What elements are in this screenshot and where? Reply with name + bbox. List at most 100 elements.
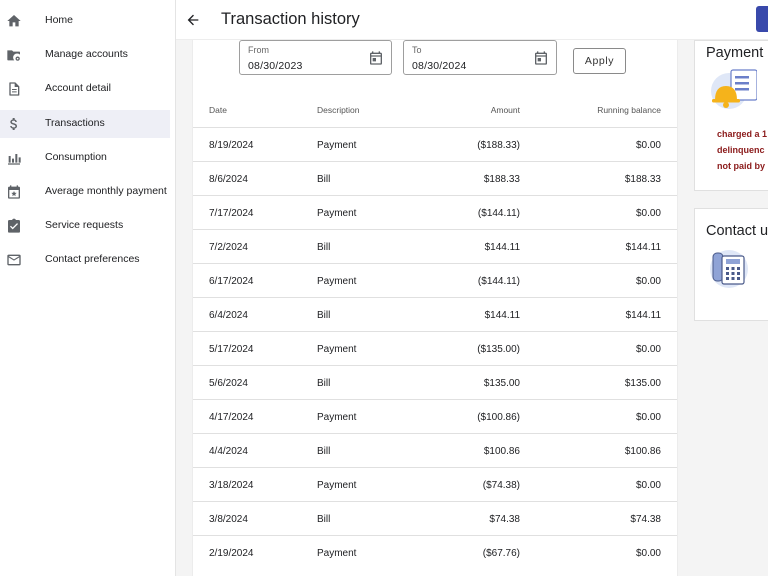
cell-amount: $144.11 (484, 310, 520, 321)
cell-date: 7/2/2024 (209, 242, 248, 253)
cell-description: Bill (317, 310, 331, 321)
sidebar-item-label: Manage accounts (45, 48, 128, 60)
cell-amount: ($144.11) (477, 208, 520, 219)
cell-date: 5/17/2024 (209, 344, 254, 355)
table-row[interactable]: 6/17/2024 Payment ($144.11) $0.00 (193, 263, 677, 297)
cell-date: 7/17/2024 (209, 208, 254, 219)
cell-description: Bill (317, 446, 331, 457)
table-row[interactable]: 2/19/2024 Payment ($67.76) $0.00 (193, 535, 677, 569)
from-date-field[interactable]: From 08/30/2023 (239, 40, 392, 75)
cell-date: 2/19/2024 (209, 548, 254, 559)
cell-description: Bill (317, 514, 331, 525)
cell-description: Bill (317, 242, 331, 253)
telephone-icon (707, 247, 751, 291)
cell-amount: ($67.76) (482, 548, 520, 559)
cell-running-balance: $0.00 (635, 140, 661, 151)
cell-running-balance: $0.00 (635, 548, 661, 559)
arrow-left-icon (187, 14, 199, 26)
home-icon (5, 12, 23, 30)
payment-card-title: Payment (706, 45, 764, 61)
payment-warning-line: charged a 1 (717, 129, 768, 139)
to-date-field[interactable]: To 08/30/2024 (403, 40, 557, 75)
table-row[interactable]: 5/17/2024 Payment ($135.00) $0.00 (193, 331, 677, 365)
column-header-date[interactable]: Date (209, 105, 227, 115)
table-row[interactable]: 8/19/2024 Payment ($188.33) $0.00 (193, 127, 677, 161)
calendar-icon[interactable] (533, 50, 549, 66)
cell-date: 5/6/2024 (209, 378, 248, 389)
sidebar-item-label: Home (45, 14, 74, 26)
clipboard-check-icon (5, 217, 23, 235)
sidebar-item-average-monthly-payment[interactable]: Average monthly payment (0, 178, 170, 206)
sidebar-item-manage-accounts[interactable]: Manage accounts (0, 41, 170, 69)
envelope-icon (5, 251, 23, 269)
from-date-value[interactable]: 08/30/2023 (248, 60, 303, 72)
column-header-running-balance[interactable]: Running balance (597, 105, 661, 115)
table-row[interactable]: 4/17/2024 Payment ($100.86) $0.00 (193, 399, 677, 433)
app-header: Transaction history (176, 0, 768, 40)
cell-running-balance: $135.00 (624, 378, 661, 389)
cell-running-balance: $0.00 (635, 344, 661, 355)
cell-amount: ($188.33) (477, 140, 520, 151)
cell-amount: $100.86 (483, 446, 520, 457)
sidebar-item-label: Contact preferences (45, 253, 140, 265)
dollar-icon (5, 115, 23, 133)
cell-description: Bill (317, 174, 331, 185)
calendar-star-icon (5, 183, 23, 201)
payment-card: Payment charged a 1 delinquenc not paid … (694, 40, 768, 191)
cell-amount: ($100.86) (477, 412, 520, 423)
contact-card-title: Contact u (706, 223, 768, 239)
cell-date: 8/6/2024 (209, 174, 248, 185)
cell-date: 3/8/2024 (209, 514, 248, 525)
folder-gear-icon (5, 46, 23, 64)
table-row[interactable]: 4/4/2024 Bill $100.86 $100.86 (193, 433, 677, 467)
sidebar-item-account-detail[interactable]: Account detail (0, 75, 170, 103)
from-date-label: From (248, 45, 269, 55)
cell-date: 4/4/2024 (209, 446, 248, 457)
table-row[interactable]: 3/8/2024 Bill $74.38 $74.38 (193, 501, 677, 535)
sidebar-item-transactions[interactable]: Transactions (0, 110, 170, 138)
column-header-description[interactable]: Description (317, 105, 360, 115)
document-icon (5, 80, 23, 98)
cell-running-balance: $100.86 (624, 446, 661, 457)
table-row[interactable]: 5/6/2024 Bill $135.00 $135.00 (193, 365, 677, 399)
cell-running-balance: $0.00 (635, 276, 661, 287)
cell-description: Bill (317, 378, 331, 389)
cell-description: Payment (317, 276, 357, 287)
cell-description: Payment (317, 412, 357, 423)
cell-amount: $188.33 (483, 174, 520, 185)
sidebar: Home Manage accounts Account detail Tran… (0, 0, 176, 576)
bell-document-icon (707, 67, 758, 111)
to-date-value[interactable]: 08/30/2024 (412, 60, 467, 72)
table-row[interactable]: 8/6/2024 Bill $188.33 $188.33 (193, 161, 677, 195)
column-header-amount[interactable]: Amount (491, 105, 520, 115)
cell-date: 6/17/2024 (209, 276, 254, 287)
cell-date: 6/4/2024 (209, 310, 248, 321)
sidebar-item-label: Transactions (45, 117, 105, 129)
contact-card: Contact u (694, 208, 768, 321)
sidebar-item-label: Service requests (45, 219, 124, 231)
table-row[interactable]: 7/2/2024 Bill $144.11 $144.11 (193, 229, 677, 263)
bar-chart-icon (5, 149, 23, 167)
sidebar-item-consumption[interactable]: Consumption (0, 144, 170, 172)
cell-date: 8/19/2024 (209, 140, 254, 151)
cell-running-balance: $0.00 (635, 412, 661, 423)
cell-description: Payment (317, 548, 357, 559)
cell-description: Payment (317, 140, 357, 151)
table-row[interactable]: 3/18/2024 Payment ($74.38) $0.00 (193, 467, 677, 501)
cell-running-balance: $144.11 (625, 242, 661, 253)
cell-description: Payment (317, 480, 357, 491)
cell-description: Payment (317, 344, 357, 355)
sidebar-item-home[interactable]: Home (0, 7, 170, 35)
sidebar-item-service-requests[interactable]: Service requests (0, 212, 170, 240)
header-action-button[interactable] (756, 6, 768, 32)
cell-date: 3/18/2024 (209, 480, 254, 491)
apply-button[interactable]: Apply (573, 48, 626, 74)
back-button[interactable] (182, 9, 204, 31)
cell-running-balance: $188.33 (624, 174, 661, 185)
table-row[interactable]: 7/17/2024 Payment ($144.11) $0.00 (193, 195, 677, 229)
sidebar-item-label: Consumption (45, 151, 107, 163)
cell-description: Payment (317, 208, 357, 219)
calendar-icon[interactable] (368, 50, 384, 66)
sidebar-item-contact-preferences[interactable]: Contact preferences (0, 246, 170, 274)
table-row[interactable]: 6/4/2024 Bill $144.11 $144.11 (193, 297, 677, 331)
